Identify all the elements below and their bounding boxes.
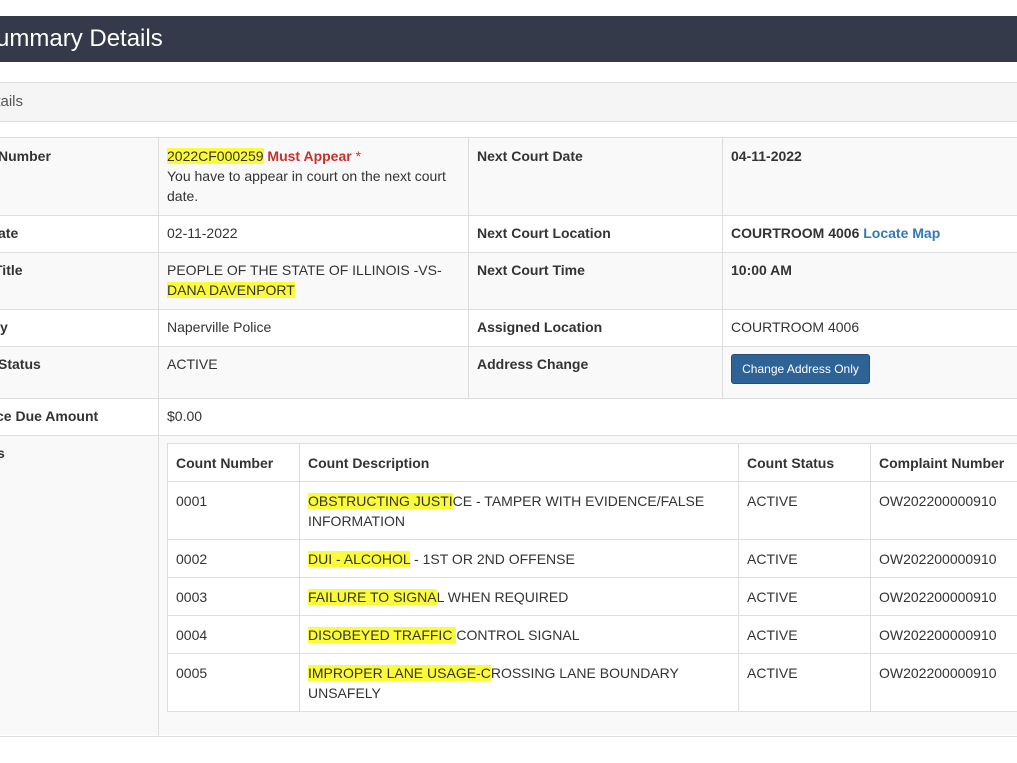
case-title-part1: PEOPLE OF THE STATE OF ILLINOIS -VS- [167, 262, 442, 278]
required-asterisk: * [351, 148, 362, 164]
balance-due-value: $0.00 [167, 408, 203, 424]
grid-line [722, 137, 723, 398]
grid-line [158, 137, 159, 735]
highlighted-text: IMPROPER LANE USAGE-C [308, 665, 491, 681]
status-label: Status [0, 356, 41, 372]
grid-line [0, 137, 1017, 138]
courtroom-text: COURTROOM 4006 [731, 225, 860, 241]
assigned-location-value: COURTROOM 4006 [731, 319, 860, 335]
defendant-name: DANA DAVENPORT [167, 282, 295, 298]
case-title-value: PEOPLE OF THE STATE OF ILLINOIS -VS- DAN… [167, 260, 457, 300]
complaint-number: OW202200000910 [870, 481, 1017, 540]
grid-line [0, 398, 1017, 399]
grid-line [0, 309, 1017, 310]
page-header: e Summary Details [0, 16, 1017, 62]
description-text: L WHEN REQUIRED [436, 589, 569, 605]
balance-due-label: ce Due Amount [0, 408, 99, 424]
next-court-date-value: 04-11-2022 [731, 148, 802, 164]
count-number: 0001 [167, 481, 300, 540]
date-label: ate [0, 225, 19, 241]
complaint-number: OW202200000910 [870, 653, 1017, 712]
next-court-time-value: 10:00 AM [731, 262, 792, 278]
status-value: ACTIVE [167, 356, 218, 372]
table-row: 0002 DUI - ALCOHOL - 1ST OR 2ND OFFENSE … [167, 539, 1017, 578]
count-status: ACTIVE [738, 481, 871, 540]
description-text: CONTROL SIGNAL [456, 627, 580, 643]
count-status: ACTIVE [738, 577, 871, 616]
must-appear-flag: Must Appear [267, 148, 352, 164]
next-court-date-label: Next Court Date [477, 148, 583, 164]
count-number: 0002 [167, 539, 300, 578]
case-number: 2022CF000259 [167, 148, 264, 164]
agency-label: y [0, 319, 8, 335]
panel-heading: etails [0, 83, 1017, 122]
panel-heading-text: etails [0, 93, 24, 110]
col-complaint-number: Complaint Number [870, 443, 1017, 482]
col-count-description: Count Description [299, 443, 739, 482]
count-number: 0004 [167, 615, 300, 654]
table-row: 0001 OBSTRUCTING JUSTICE - TAMPER WITH E… [167, 481, 1017, 540]
col-count-status: Count Status [738, 443, 871, 482]
highlighted-text: OBSTRUCTING JUSTI [308, 493, 453, 509]
complaint-number: OW202200000910 [870, 539, 1017, 578]
highlighted-text: FAILURE TO SIGNA [308, 589, 437, 605]
count-status: ACTIVE [738, 653, 871, 712]
col-count-number: Count Number [167, 443, 300, 482]
description-text: - 1ST OR 2ND OFFENSE [410, 551, 575, 567]
count-description: FAILURE TO SIGNAL WHEN REQUIRED [299, 577, 739, 616]
count-status: ACTIVE [738, 615, 871, 654]
highlighted-text: DUI - ALCOHOL [308, 551, 411, 567]
next-court-location-value: COURTROOM 4006 Locate Map [731, 223, 940, 243]
next-court-location-label: Next Court Location [477, 225, 611, 241]
grid-line [0, 435, 1017, 436]
grid-line [468, 137, 469, 398]
count-description: DUI - ALCOHOL - 1ST OR 2ND OFFENSE [299, 539, 739, 578]
grid-line [0, 252, 1017, 253]
page-title: e Summary Details [0, 25, 163, 52]
table-row: 0003 FAILURE TO SIGNAL WHEN REQUIRED ACT… [167, 577, 1017, 616]
count-status: ACTIVE [738, 539, 871, 578]
count-number: 0005 [167, 653, 300, 712]
table-row: 0005 IMPROPER LANE USAGE-CROSSING LANE B… [167, 653, 1017, 712]
highlighted-text: DISOBEYED TRAFFIC [308, 627, 457, 643]
count-description: DISOBEYED TRAFFIC CONTROL SIGNAL [299, 615, 739, 654]
address-change-label: Address Change [477, 356, 589, 372]
table-row: 0004 DISOBEYED TRAFFIC CONTROL SIGNAL AC… [167, 615, 1017, 654]
count-number: 0003 [167, 577, 300, 616]
agency-value: Naperville Police [167, 319, 272, 335]
date-value: 02-11-2022 [167, 225, 238, 241]
next-court-time-label: Next Court Time [477, 262, 585, 278]
counts-header-row: Count Number Count Description Count Sta… [167, 443, 1017, 482]
grid-line [0, 215, 1017, 216]
assigned-location-label: Assigned Location [477, 319, 603, 335]
count-description: OBSTRUCTING JUSTICE - TAMPER WITH EVIDEN… [299, 481, 739, 540]
must-appear-note: You have to appear in court on the next … [167, 168, 446, 204]
case-number-value: 2022CF000259 Must Appear * You have to a… [167, 146, 457, 206]
counts-table: Count Number Count Description Count Sta… [167, 443, 1017, 712]
complaint-number: OW202200000910 [870, 577, 1017, 616]
locate-map-link[interactable]: Locate Map [863, 225, 940, 241]
counts-label: s [0, 445, 5, 461]
grid-line [0, 346, 1017, 347]
count-description: IMPROPER LANE USAGE-CROSSING LANE BOUNDA… [299, 653, 739, 712]
complaint-number: OW202200000910 [870, 615, 1017, 654]
change-address-button[interactable]: Change Address Only [731, 354, 870, 384]
case-number-label: Number [0, 148, 51, 164]
title-label: Title [0, 262, 23, 278]
